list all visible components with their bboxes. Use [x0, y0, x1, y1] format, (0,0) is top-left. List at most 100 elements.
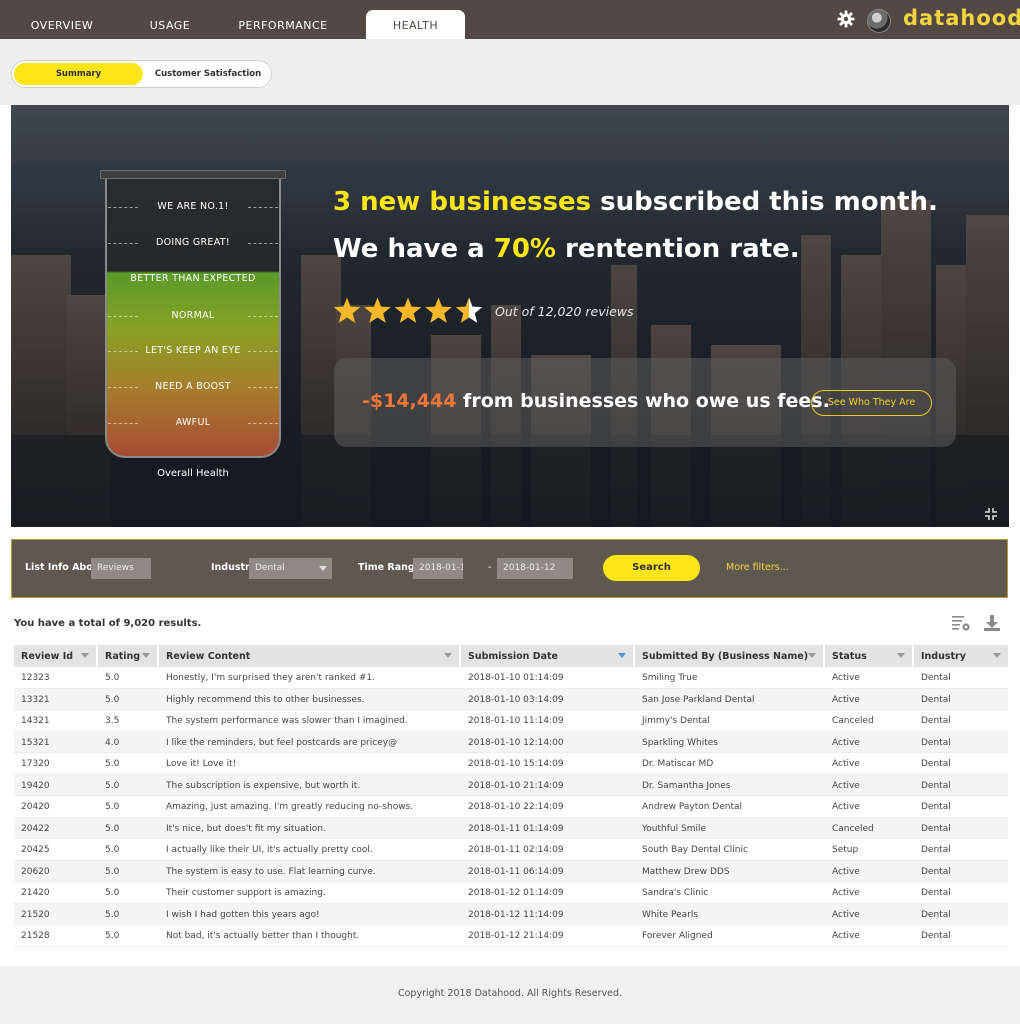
- cell-submission-date: 2018-01-11 01:14:09: [468, 823, 564, 834]
- cell-review-content: Amazing, just amazing. I'm greatly reduc…: [166, 802, 414, 812]
- download-icon[interactable]: [983, 614, 1001, 632]
- column-header-rating[interactable]: Rating: [98, 645, 159, 667]
- table-row[interactable]: 17320 5.0 Love it! Love it! 2018-01-10 15:1…: [14, 753, 1008, 775]
- column-header-industry[interactable]: Industry: [914, 645, 1008, 667]
- cell-submission-date: 2018-01-10 12:14:00: [468, 737, 564, 748]
- cell-submitted-by: Sparkling Whites: [642, 737, 718, 748]
- cell-status: Canceled: [832, 716, 874, 726]
- column-header-status[interactable]: Status: [825, 645, 914, 667]
- headline-accent: 3 new businesses: [333, 187, 592, 217]
- sort-icon[interactable]: [444, 653, 452, 658]
- column-header-label: Rating: [105, 651, 141, 662]
- level-tick: [248, 423, 278, 424]
- copyright-text: Copyright 2018 Datahood. All Rights Rese…: [397, 988, 623, 999]
- sort-icon[interactable]: [897, 653, 905, 658]
- rating-star: [364, 297, 391, 323]
- table-row[interactable]: 14321 3.5 The system performance was slowe…: [14, 710, 1008, 732]
- cell-review-id: 19420: [21, 780, 50, 791]
- tab-health[interactable]: HEALTH: [366, 10, 465, 39]
- table-row[interactable]: 21520 5.0 I wish I had gotten this years a…: [14, 903, 1008, 925]
- reviews-count: Out of 12,020 reviews: [495, 304, 634, 319]
- cell-industry: Dental: [921, 673, 951, 683]
- time-range-start-input[interactable]: 2018-01-10: [413, 558, 463, 579]
- column-header-submission-date[interactable]: Submission Date: [461, 645, 635, 667]
- see-who-they-are-button[interactable]: See Who They Are: [811, 390, 932, 416]
- cell-submission-date: 2018-01-10 15:14:09: [468, 759, 564, 769]
- fees-owed-amount: -$14,444: [362, 390, 457, 412]
- column-header-label: Submission Date: [468, 651, 559, 662]
- time-range-end-input[interactable]: 2018-01-12: [497, 558, 573, 579]
- table-row[interactable]: 13321 5.0 Highly recommend this to other b…: [14, 688, 1008, 710]
- table-row[interactable]: 20425 5.0 I actually like their UI, it's a…: [14, 839, 1008, 861]
- rating-stars: [333, 297, 483, 323]
- subtab-summary[interactable]: Summary: [14, 63, 143, 85]
- cell-review-content: I wish I had gotten this years ago!: [166, 909, 320, 920]
- industry-select[interactable]: Dental: [249, 558, 332, 579]
- cell-submitted-by: Matthew Drew DDS: [642, 866, 730, 877]
- cell-rating: 5.0: [105, 694, 120, 705]
- subtab-group: Summary Customer Satisfaction: [11, 60, 272, 88]
- cell-rating: 5.0: [105, 780, 120, 791]
- more-filters-link[interactable]: More filters...: [726, 562, 789, 573]
- level-tick: [108, 351, 138, 352]
- table-row[interactable]: 20620 5.0 The system is easy to use. Flat …: [14, 860, 1008, 882]
- collapse-icon[interactable]: [983, 506, 999, 522]
- cell-industry: Dental: [921, 694, 951, 705]
- tab-performance[interactable]: PERFORMANCE: [216, 10, 350, 39]
- search-button[interactable]: Search: [603, 555, 700, 581]
- industry-select-value: Dental: [255, 563, 285, 573]
- cell-submitted-by: Jimmy's Dental: [642, 716, 710, 726]
- table-row[interactable]: 21528 5.0 Not bad, it's actually better th…: [14, 925, 1008, 947]
- column-settings-icon[interactable]: [951, 614, 971, 632]
- table-row[interactable]: 21420 5.0 Their customer support is amazin…: [14, 882, 1008, 904]
- level-tick: [108, 316, 138, 317]
- cell-review-id: 12323: [21, 673, 50, 683]
- column-header-review-content[interactable]: Review Content: [159, 645, 461, 667]
- cell-submitted-by: South Bay Dental Clinic: [642, 845, 748, 855]
- headline-text: We have a: [333, 234, 494, 264]
- headline-new-subscriptions: 3 new businesses subscribed this month.: [333, 187, 938, 217]
- cell-submission-date: 2018-01-12 11:14:09: [468, 909, 564, 920]
- table-row[interactable]: 20420 5.0 Amazing, just amazing. I'm great…: [14, 796, 1008, 818]
- cell-status: Active: [832, 694, 860, 705]
- table-row[interactable]: 20422 5.0 It's nice, but does't fit my sit…: [14, 817, 1008, 839]
- table-row[interactable]: 15321 4.0 I like the reminders, but feel p…: [14, 731, 1008, 753]
- tab-overview[interactable]: OVERVIEW: [0, 10, 124, 39]
- sort-icon[interactable]: [81, 653, 89, 658]
- cell-industry: Dental: [921, 780, 951, 791]
- level-tick: [108, 423, 138, 424]
- sort-icon[interactable]: [993, 653, 1001, 658]
- cell-review-id: 17320: [21, 759, 50, 769]
- cell-industry: Dental: [921, 845, 951, 855]
- cell-review-id: 13321: [21, 694, 50, 705]
- user-avatar[interactable]: [867, 9, 891, 33]
- column-header-submitted-by[interactable]: Submitted By (Business Name): [635, 645, 825, 667]
- headline-text: subscribed this month.: [591, 187, 938, 217]
- headline-retention: We have a 70% rentention rate.: [333, 234, 800, 264]
- column-header-review-id[interactable]: Review Id: [14, 645, 98, 667]
- cell-review-content: I like the reminders, but feel postcards…: [166, 737, 398, 748]
- table-row[interactable]: 12323 5.0 Honestly, I'm surprised they are…: [14, 667, 1008, 689]
- cell-rating: 5.0: [105, 866, 120, 877]
- gear-icon[interactable]: [836, 9, 856, 29]
- sort-icon[interactable]: [618, 653, 626, 658]
- chevron-down-icon: [319, 566, 327, 571]
- cell-status: Active: [832, 866, 860, 877]
- rating-star: [394, 297, 422, 323]
- cell-status: Active: [832, 759, 860, 769]
- cell-rating: 5.0: [105, 909, 120, 920]
- cell-review-id: 20425: [21, 845, 50, 855]
- sort-icon[interactable]: [808, 653, 816, 658]
- cell-submission-date: 2018-01-10 03:14:09: [468, 694, 564, 705]
- cell-submission-date: 2018-01-11 06:14:09: [468, 866, 564, 877]
- cell-review-id: 20422: [21, 823, 50, 834]
- cell-industry: Dental: [921, 888, 951, 898]
- table-row[interactable]: 19420 5.0 The subscription is expensive, b…: [14, 774, 1008, 796]
- tab-usage[interactable]: USAGE: [124, 10, 216, 39]
- cell-submission-date: 2018-01-10 11:14:09: [468, 716, 564, 726]
- cell-industry: Dental: [921, 909, 951, 920]
- level-tick: [248, 243, 278, 244]
- sort-icon[interactable]: [142, 653, 150, 658]
- list-info-input[interactable]: Reviews: [91, 558, 151, 579]
- subtab-customer-satisfaction[interactable]: Customer Satisfaction: [147, 63, 269, 85]
